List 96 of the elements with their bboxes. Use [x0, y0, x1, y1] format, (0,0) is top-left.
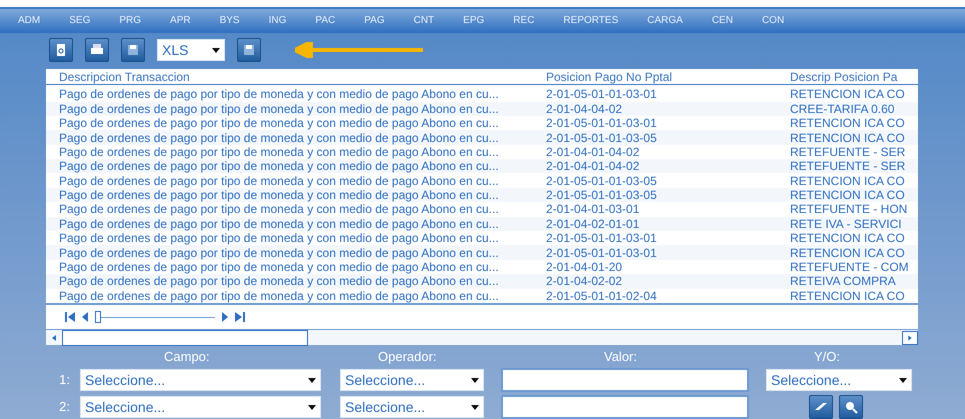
menu-item[interactable]: EPG — [463, 13, 484, 28]
table-cell-text: 2-01-05-01-01-03-01 — [546, 116, 658, 130]
column-label: Y/O: — [814, 348, 840, 366]
table-cell: CREE-TARIFA 0.60 — [790, 102, 894, 116]
page-slider-thumb[interactable] — [95, 311, 101, 323]
value-input[interactable] — [501, 368, 749, 392]
table-cell-text: 2-01-04-01-04-02 — [546, 144, 640, 159]
column-label: Operador: — [378, 348, 438, 366]
table-cell: RETENCION ICA CO — [790, 188, 905, 202]
table-cell: RETEFUENTE - HON — [790, 202, 908, 216]
column-header[interactable]: Descripcion Transaccion — [46, 68, 546, 86]
dropdown-caret-icon — [899, 378, 907, 382]
dropdown-caret-icon — [308, 404, 316, 410]
field-select[interactable]: Seleccione... — [80, 396, 321, 418]
table-cell-text: 2-01-05-01-01-03-01 — [546, 246, 658, 260]
dropdown-caret-icon — [308, 378, 316, 382]
table-cell-text: Pago de ordenes de pago por tipo de moneda y con medio de pago Abono en cu... — [58, 159, 500, 174]
table-cell: RETEIVA COMPRA — [790, 274, 896, 288]
table-cell-text: Pago de ordenes de pago por tipo de moneda y con medio de pago Abono en cu... — [58, 102, 500, 116]
eraser-icon[interactable] — [809, 395, 833, 419]
table-cell-text: 2-01-05-01-01-03-01 — [546, 87, 658, 102]
menu-item[interactable]: CARGA — [647, 13, 683, 28]
table-cell-text: Pago de ordenes de pago por tipo de moneda y con medio de pago Abono en cu... — [58, 274, 500, 288]
table-cell-text: Pago de ordenes de pago por tipo de moneda y con medio de pago Abono en cu... — [58, 130, 500, 144]
scroll-right-icon[interactable] — [902, 330, 918, 344]
export-save-icon[interactable] — [237, 38, 261, 62]
column-label: Campo: — [163, 348, 211, 366]
menu-item[interactable]: PAG — [364, 13, 385, 28]
menu-item[interactable]: ING — [268, 13, 286, 28]
dropdown-caret-icon — [212, 48, 220, 53]
field-select[interactable]: Seleccione... — [80, 369, 321, 391]
refresh-icon[interactable] — [49, 38, 73, 62]
column-header[interactable]: Posicion Pago No Pptal — [546, 68, 790, 86]
save-icon[interactable] — [121, 38, 145, 62]
menu-item[interactable]: PRG — [119, 13, 142, 28]
search-icon[interactable] — [839, 395, 863, 419]
operator-select[interactable]: Seleccione... — [340, 369, 484, 391]
operator-select[interactable]: Seleccione... — [340, 396, 484, 418]
table-cell: RETENCION ICA CO — [790, 288, 905, 303]
menu-item[interactable]: BYS — [220, 13, 240, 28]
menu-item[interactable]: APR — [170, 13, 191, 28]
last-page-icon[interactable] — [235, 312, 245, 322]
table-cell: RETENCION ICA CO — [790, 87, 905, 102]
table-cell: RETEFUENTE - SER — [790, 159, 906, 174]
next-page-icon[interactable] — [222, 312, 228, 322]
table-cell: RETENCION ICA CO — [790, 130, 905, 144]
table-cell: RETENCION ICA CO — [790, 231, 905, 246]
table-cell-text: Pago de ordenes de pago por tipo de moneda y con medio de pago Abono en cu... — [58, 174, 500, 188]
scrollbar-thumb[interactable] — [62, 330, 308, 346]
table-cell: RETENCION ICA CO — [790, 246, 905, 260]
menu-item[interactable]: SEG — [69, 13, 90, 28]
export-format-select[interactable]: XLS — [157, 39, 225, 62]
menu-item[interactable]: REC — [513, 13, 534, 28]
table-cell: RETENCION ICA CO — [790, 116, 905, 130]
table-cell-text: 2-01-05-01-01-03-01 — [546, 231, 658, 246]
table-cell-text: 2-01-04-02-02 — [546, 274, 624, 288]
table-cell-text: 2-01-05-01-01-02-04 — [546, 288, 658, 303]
table-cell-text: Pago de ordenes de pago por tipo de moneda y con medio de pago Abono en cu... — [58, 144, 500, 159]
menu-item[interactable]: ADM — [18, 13, 40, 28]
value-input[interactable] — [501, 395, 749, 419]
column-label: Valor: — [604, 348, 638, 366]
table-cell-text: Pago de ordenes de pago por tipo de moneda y con medio de pago Abono en cu... — [58, 288, 500, 303]
table-cell-text: Pago de ordenes de pago por tipo de moneda y con medio de pago Abono en cu... — [58, 202, 500, 216]
previous-page-icon[interactable] — [82, 312, 88, 322]
table-cell: RETE IVA - SERVICI — [790, 216, 902, 231]
menu-item[interactable]: CNT — [414, 13, 434, 28]
row-number: 2: — [58, 398, 71, 416]
column-header[interactable]: Descrip Posicion Pa — [790, 68, 898, 86]
connector-select[interactable]: Seleccione... — [766, 369, 912, 391]
table-cell-text: 2-01-04-01-03-01 — [546, 202, 640, 216]
print-icon[interactable] — [85, 38, 109, 62]
table-cell: RETEFUENTE - SER — [790, 144, 906, 159]
table-cell-text: Pago de ordenes de pago por tipo de moneda y con medio de pago Abono en cu... — [58, 231, 500, 246]
table-cell-text: 2-01-05-01-01-03-05 — [546, 188, 658, 202]
menu-item[interactable]: CEN — [712, 13, 733, 28]
menu-item[interactable]: REPORTES — [563, 13, 618, 28]
dropdown-caret-icon — [471, 404, 479, 410]
table-cell-text: Pago de ordenes de pago por tipo de moneda y con medio de pago Abono en cu... — [58, 260, 500, 274]
table-cell-text: Pago de ordenes de pago por tipo de moneda y con medio de pago Abono en cu... — [58, 116, 500, 130]
table-cell-text: 2-01-04-01-20 — [546, 260, 624, 274]
table-cell-text: Pago de ordenes de pago por tipo de moneda y con medio de pago Abono en cu... — [58, 87, 500, 102]
table-cell-text: 2-01-04-04-02 — [546, 102, 624, 116]
table-cell-text: Pago de ordenes de pago por tipo de moneda y con medio de pago Abono en cu... — [58, 188, 500, 202]
table-cell-text: 2-01-04-01-04-02 — [546, 159, 640, 174]
table-cell: RETENCION ICA CO — [790, 174, 905, 188]
dropdown-caret-icon — [471, 378, 479, 382]
table-cell-text: Pago de ordenes de pago por tipo de moneda y con medio de pago Abono en cu... — [58, 216, 500, 231]
table-cell-text: 2-01-05-01-01-03-05 — [546, 174, 658, 188]
row-number: 1: — [58, 371, 71, 390]
table-cell-text: 2-01-05-01-01-03-05 — [546, 130, 658, 144]
table-cell-text: Pago de ordenes de pago por tipo de moneda y con medio de pago Abono en cu... — [58, 246, 500, 260]
first-page-icon[interactable] — [65, 312, 75, 322]
menu-item[interactable]: PAC — [315, 13, 336, 28]
menu-item[interactable]: CON — [762, 13, 784, 28]
table-cell-text: 2-01-04-02-01-01 — [546, 216, 640, 231]
table-cell: RETEFUENTE - COM — [790, 260, 909, 274]
